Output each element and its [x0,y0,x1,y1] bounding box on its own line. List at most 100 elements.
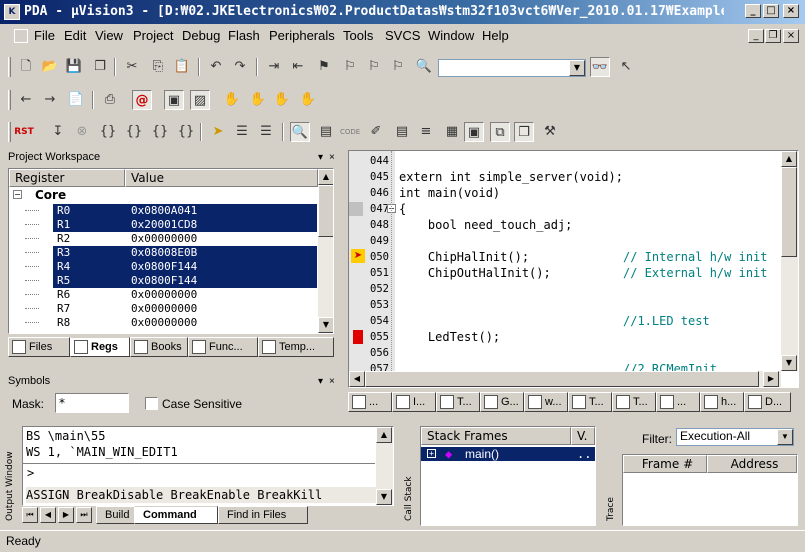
tab-books[interactable]: Books [130,337,188,357]
pin-icon[interactable]: ▾ [318,150,323,165]
editor-tab[interactable]: ... [656,392,700,412]
cut-icon[interactable]: ✂ [122,57,142,77]
menu-edit[interactable]: Edit [64,28,86,43]
workspace-toggle-icon[interactable]: ▣ [164,90,184,110]
scroll-thumb[interactable] [318,185,333,237]
stop-icon[interactable]: ⊗ [72,122,92,142]
pin-icon[interactable]: ▾ [318,374,323,389]
menu-window[interactable]: Window [428,28,474,43]
chevron-down-icon[interactable]: ▼ [777,429,793,445]
tab-templates[interactable]: Temp... [258,337,334,357]
mdi-close-button[interactable]: × [783,29,799,43]
performance-icon[interactable]: ▤ [316,122,336,142]
tab-prev-icon[interactable]: ◀ [40,507,56,523]
breakpoint-kill-icon[interactable]: ☰ [256,122,276,142]
copy-icon[interactable]: ⎘ [148,57,168,77]
scroll-left-icon[interactable]: ◀ [349,371,365,387]
hand-icon-3[interactable]: ✋ [272,90,292,110]
editor-vscroll[interactable]: ▲ ▼ [781,151,798,371]
menu-flash[interactable]: Flash [228,28,260,43]
code-line[interactable]: bool need_touch_adj; [399,217,573,233]
hand-icon[interactable]: ✋ [222,90,242,110]
hand-icon-2[interactable]: ✋ [248,90,268,110]
step-into-icon[interactable]: {} [98,122,118,142]
editor-tab[interactable]: ... [348,392,392,412]
breakpoint-toggle-icon[interactable]: ☰ [232,122,252,142]
watch-window-icon[interactable]: ▦ [442,122,462,142]
current-line-marker[interactable] [349,202,363,216]
column-value[interactable]: Value [125,169,318,187]
editor-tab[interactable]: h... [700,392,744,412]
scroll-thumb[interactable] [781,167,797,257]
tab-command[interactable]: Command [134,506,218,524]
case-sensitive-checkbox[interactable] [145,397,158,410]
scroll-right-icon[interactable]: ▶ [763,371,779,387]
editor-tab[interactable]: T... [612,392,656,412]
show-next-statement-icon[interactable]: ➤ [208,122,228,142]
maximize-button[interactable]: □ [763,4,779,18]
column-frame-number[interactable]: Frame # [623,455,707,473]
menu-svcs[interactable]: SVCS [385,28,420,43]
close-button[interactable]: × [783,4,799,18]
binoculars-find-icon[interactable]: 👓 [590,57,610,77]
workspace-close-icon[interactable]: × [329,150,335,165]
code-editor[interactable]: 044 045 extern int simple_server(void); 046… [348,150,799,388]
tab-next-icon[interactable]: ▶ [58,507,74,523]
editor-tab[interactable]: w... [524,392,568,412]
scroll-up-icon[interactable]: ▲ [376,427,392,443]
table-row[interactable]: R3 0x08008E0B [25,246,317,260]
code-line[interactable]: //1.LED test [399,313,710,329]
logic-analyzer-icon[interactable]: ✐ [366,122,386,142]
table-row[interactable]: R8 0x00000000 [25,316,317,330]
call-stack-window-icon[interactable]: ⧉ [490,122,510,142]
scroll-down-icon[interactable]: ▼ [376,489,392,505]
paste-icon[interactable]: 📋 [172,57,192,77]
step-over-icon[interactable]: {} [124,122,144,142]
column-stack-frames[interactable]: Stack Frames [421,427,571,445]
chevron-down-icon[interactable]: ▼ [569,60,585,76]
call-stack-row[interactable]: + ◆ main() .. [421,447,595,461]
scroll-down-icon[interactable]: ▼ [781,355,797,371]
output-toggle-icon[interactable]: ▨ [190,90,210,110]
document-icon[interactable] [14,29,28,43]
tree-group-core[interactable]: − Core [9,188,318,202]
tab-functions[interactable]: Func... [188,337,258,357]
menu-debug[interactable]: Debug [182,28,220,43]
find-combo[interactable]: ▼ [438,59,586,77]
expand-icon[interactable]: + [427,449,436,458]
code-line[interactable]: LedTest(); [399,329,500,345]
tab-files[interactable]: Files [8,337,70,357]
save-icon[interactable]: 💾 [64,57,84,77]
toolbox-window-icon[interactable]: ❐ [514,122,534,142]
mask-input[interactable]: * [55,393,129,413]
code-line[interactable]: int main(void) [399,185,500,201]
menu-tools[interactable]: Tools [343,28,373,43]
mdi-minimize-button[interactable]: _ [748,29,764,43]
editor-hscroll[interactable]: ◀ ▶ [349,371,781,387]
menu-view[interactable]: View [95,28,123,43]
editor-tab[interactable]: T... [568,392,612,412]
print-icon[interactable]: ⎙ [100,90,120,110]
bookmark-clear-icon[interactable]: ⚐ [388,57,408,77]
column-register[interactable]: Register [9,169,125,187]
breakpoint-icon[interactable] [353,330,363,344]
run-icon[interactable]: ↧ [48,122,68,142]
symbols-window-icon[interactable]: ▣ [464,122,484,142]
memory-window-icon[interactable]: ≡ [416,122,436,142]
bookmark-next-icon[interactable]: ⚐ [364,57,384,77]
output-vscroll[interactable]: ▲ ▼ [376,427,393,505]
disassembly-icon[interactable]: 🔍 [290,122,310,142]
table-row[interactable]: R2 0x00000000 [25,232,317,246]
reset-icon[interactable]: RST [14,122,34,142]
hscroll-thumb[interactable] [365,371,759,387]
table-row[interactable]: R4 0x0800F144 [25,260,317,274]
bookmark-toggle-icon[interactable]: ⚑ [314,57,334,77]
editor-tab[interactable]: G... [480,392,524,412]
editor-tab[interactable]: I... [392,392,436,412]
column-value[interactable]: V. [571,427,595,445]
table-row[interactable]: R7 0x00000000 [25,302,317,316]
back-arrow-icon[interactable]: ← [16,90,36,110]
trace-filter-select[interactable]: Execution-All ▼ [676,428,794,446]
save-all-icon[interactable]: ❐ [90,57,110,77]
tab-last-icon[interactable]: ⏭ [76,507,92,523]
